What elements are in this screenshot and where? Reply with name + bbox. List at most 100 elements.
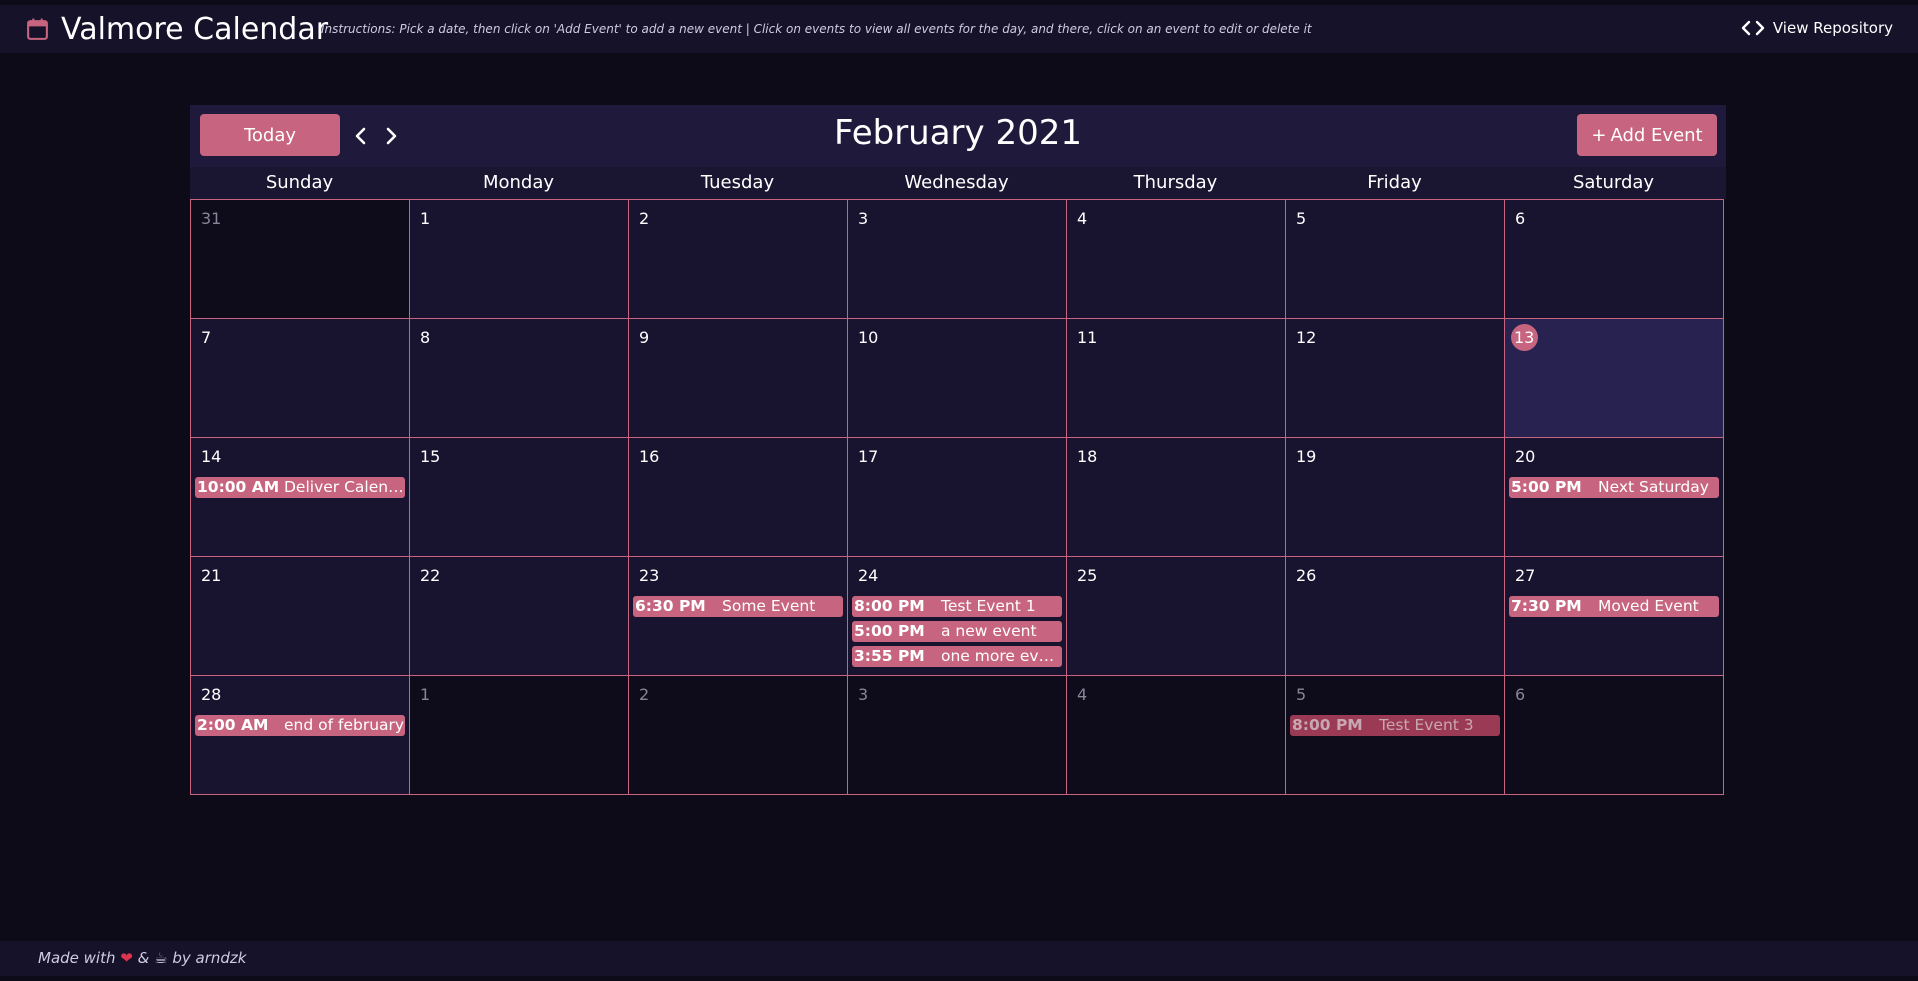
- day-number: 19: [1296, 447, 1317, 466]
- day-cell[interactable]: 2: [629, 200, 848, 319]
- day-number: 15: [420, 447, 441, 466]
- weekday-label: Thursday: [1133, 172, 1218, 193]
- event-time: 8:00 PM: [854, 597, 925, 615]
- day-number: 5: [1296, 685, 1307, 704]
- day-number: 27: [1515, 566, 1536, 585]
- day-cell[interactable]: 27 7:30 PM Moved Event: [1505, 557, 1724, 676]
- event-title: Test Event 1: [941, 597, 1036, 615]
- prev-month-button[interactable]: [348, 122, 372, 150]
- day-cell[interactable]: 4: [1067, 200, 1286, 319]
- event-title: Test Event 3: [1379, 716, 1474, 734]
- event-time: 10:00 AM: [197, 478, 280, 496]
- day-number: 2: [639, 685, 650, 704]
- day-cell[interactable]: 20 5:00 PM Next Saturday: [1505, 438, 1724, 557]
- day-cell[interactable]: 7: [191, 319, 410, 438]
- day-cell[interactable]: 16: [629, 438, 848, 557]
- footer-made-with: Made with: [38, 949, 116, 967]
- chevron-left-icon: [355, 127, 366, 145]
- event-title: Next Saturday: [1598, 478, 1709, 496]
- month-grid: 31 1 2 3 4 5 6 7 8 9 10 11 12 13 14 10:00 AM Deliver Cal…: [190, 199, 1724, 795]
- event-chip[interactable]: 3:55 PM one more event: [852, 646, 1062, 667]
- weekday-label: Monday: [482, 172, 555, 193]
- day-number: 28: [201, 685, 222, 704]
- chevron-right-icon: [386, 127, 397, 145]
- day-cell[interactable]: 5: [1286, 200, 1505, 319]
- day-number: 10: [858, 328, 879, 347]
- event-time: 8:00 PM: [1292, 716, 1363, 734]
- day-number: 23: [639, 566, 660, 585]
- day-cell[interactable]: 5 8:00 PM Test Event 3: [1286, 676, 1505, 795]
- day-cell[interactable]: 9: [629, 319, 848, 438]
- day-number: 24: [858, 566, 879, 585]
- day-cell[interactable]: 6: [1505, 200, 1724, 319]
- day-cell[interactable]: 6: [1505, 676, 1724, 795]
- today-button[interactable]: Today: [200, 114, 340, 156]
- add-event-button[interactable]: + Add Event: [1577, 114, 1717, 156]
- day-number: 22: [420, 566, 441, 585]
- day-number: 3: [858, 209, 869, 228]
- day-cell[interactable]: 25: [1067, 557, 1286, 676]
- day-number: 1: [420, 685, 431, 704]
- day-cell[interactable]: 1: [410, 676, 629, 795]
- event-chip[interactable]: 8:00 PM Test Event 3: [1290, 715, 1500, 736]
- weekday-header: Sunday Monday Tuesday Wednesday Thursday…: [190, 167, 1726, 199]
- event-chip[interactable]: 6:30 PM Some Event: [633, 596, 843, 617]
- day-cell[interactable]: 13: [1505, 319, 1724, 438]
- day-number: 4: [1077, 209, 1088, 228]
- day-cell[interactable]: 22: [410, 557, 629, 676]
- day-cell[interactable]: 15: [410, 438, 629, 557]
- day-cell[interactable]: 3: [848, 676, 1067, 795]
- instructions-text: Instructions: Pick a date, then click on…: [321, 22, 1312, 36]
- day-number: 17: [858, 447, 879, 466]
- weekday-label: Wednesday: [904, 172, 1009, 193]
- event-time: 5:00 PM: [854, 622, 925, 640]
- weekday-label: Sunday: [265, 172, 334, 193]
- event-title: Deliver Calendar: [284, 478, 405, 496]
- day-number: 9: [639, 328, 650, 347]
- app-title: Valmore Calendar: [61, 12, 329, 47]
- day-number: 13: [1511, 324, 1538, 351]
- event-chip[interactable]: 2:00 AM end of february: [195, 715, 405, 736]
- day-cell[interactable]: 1: [410, 200, 629, 319]
- day-cell[interactable]: 3: [848, 200, 1067, 319]
- weekday-label: Friday: [1367, 172, 1422, 193]
- day-cell[interactable]: 10: [848, 319, 1067, 438]
- next-month-button[interactable]: [380, 122, 404, 150]
- day-cell[interactable]: 2: [629, 676, 848, 795]
- event-chip[interactable]: 5:00 PM a new event: [852, 621, 1062, 642]
- day-number: 6: [1515, 209, 1526, 228]
- calendar: Today February 2021 + Add Event Sunday M…: [190, 105, 1726, 795]
- day-cell[interactable]: 8: [410, 319, 629, 438]
- event-chip[interactable]: 5:00 PM Next Saturday: [1509, 477, 1719, 498]
- day-cell[interactable]: 19: [1286, 438, 1505, 557]
- event-list: 2:00 AM end of february: [195, 715, 405, 736]
- day-cell[interactable]: 18: [1067, 438, 1286, 557]
- day-number: 12: [1296, 328, 1317, 347]
- code-icon: [1741, 20, 1765, 36]
- view-repository-link[interactable]: View Repository: [1741, 19, 1893, 37]
- day-cell[interactable]: 11: [1067, 319, 1286, 438]
- day-cell[interactable]: 24 8:00 PM Test Event 1 5:00 PM a new event 3…: [848, 557, 1067, 676]
- day-cell[interactable]: 26: [1286, 557, 1505, 676]
- day-cell[interactable]: 17: [848, 438, 1067, 557]
- day-cell[interactable]: 4: [1067, 676, 1286, 795]
- event-time: 6:30 PM: [635, 597, 706, 615]
- event-list: 5:00 PM Next Saturday: [1509, 477, 1719, 498]
- day-cell[interactable]: 23 6:30 PM Some Event: [629, 557, 848, 676]
- day-cell[interactable]: 21: [191, 557, 410, 676]
- event-chip[interactable]: 8:00 PM Test Event 1: [852, 596, 1062, 617]
- day-cell[interactable]: 14 10:00 AM Deliver Calendar: [191, 438, 410, 557]
- event-chip[interactable]: 10:00 AM Deliver Calendar: [195, 477, 405, 498]
- coffee-icon: ☕: [154, 949, 168, 967]
- top-bar: Valmore Calendar Instructions: Pick a da…: [0, 5, 1918, 53]
- event-title: a new event: [941, 622, 1037, 640]
- heart-icon: ❤: [120, 949, 133, 967]
- event-time: 3:55 PM: [854, 647, 925, 665]
- event-chip[interactable]: 7:30 PM Moved Event: [1509, 596, 1719, 617]
- day-cell[interactable]: 12: [1286, 319, 1505, 438]
- day-cell[interactable]: 31: [191, 200, 410, 319]
- event-list: 10:00 AM Deliver Calendar: [195, 477, 405, 498]
- event-time: 7:30 PM: [1511, 597, 1582, 615]
- day-number: 21: [201, 566, 222, 585]
- day-cell[interactable]: 28 2:00 AM end of february: [191, 676, 410, 795]
